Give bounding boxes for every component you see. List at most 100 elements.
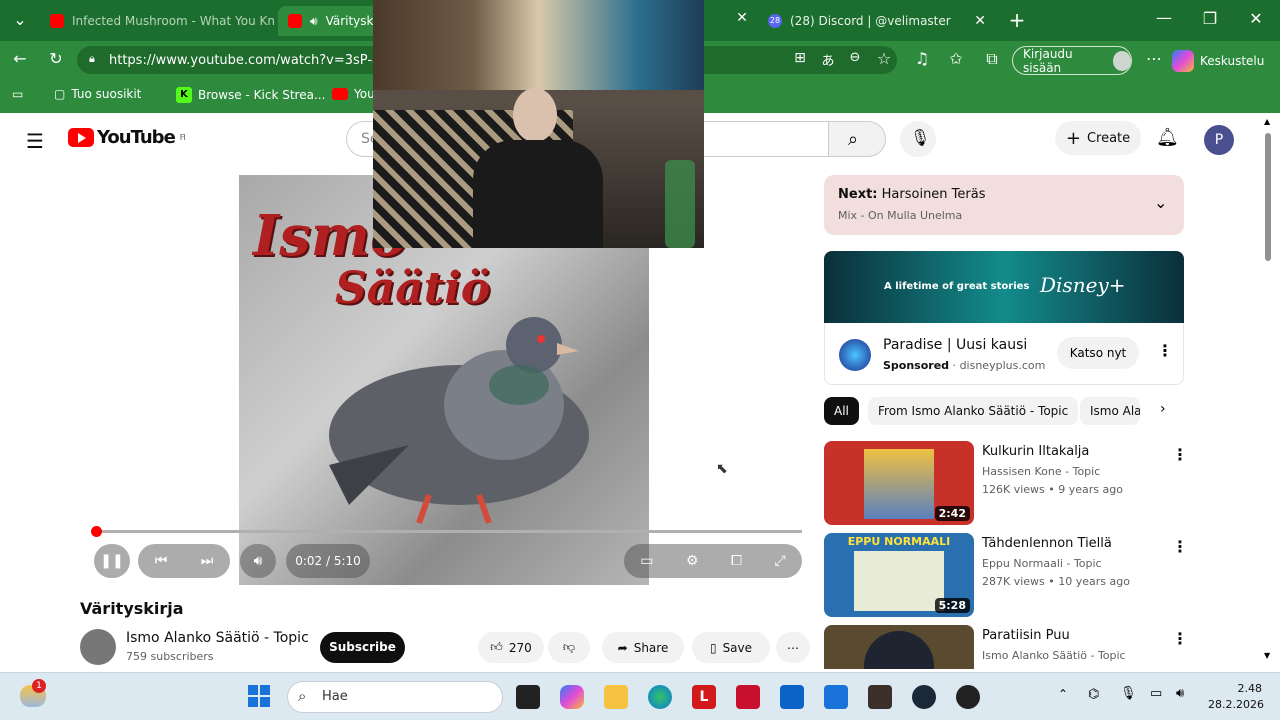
fullscreen-icon[interactable]: ⤢ [775,553,786,569]
channel-name[interactable]: Ismo Alanko Säätiö - Topic [126,630,309,646]
collections-icon[interactable]: ⧉ [980,49,1004,69]
ad-title: Paradise | Uusi kausi [883,337,1028,353]
speaker-icon[interactable]: 🔊︎ [310,14,318,29]
ad-cta-button[interactable]: Katso nyt [1057,337,1139,369]
youtube-logo[interactable]: YouTube FI [68,127,186,148]
close-tab-icon[interactable]: ✕ [730,10,754,26]
save-button[interactable]: ▯ Save [692,632,770,663]
tab-actions-chevron-icon[interactable]: ⌄ [8,10,32,29]
chevron-down-icon[interactable]: ⌄ [1154,193,1167,212]
channel-avatar[interactable] [80,629,116,665]
refresh-icon[interactable]: ↻ [44,49,68,68]
dislike-button[interactable]: 👎︎ [548,632,590,663]
display-icon[interactable]: ▭ [1150,686,1162,701]
back-icon[interactable]: ← [8,49,32,68]
zoom-icon[interactable]: ⊖ [843,50,867,65]
scrubber-handle[interactable] [91,526,102,537]
notifications-bell-icon[interactable]: 🔔︎ [1156,127,1179,148]
tab-discord[interactable]: 28 (28) Discord | @velimaster ✕ [758,6,996,36]
create-button[interactable]: + Create [1055,121,1141,155]
ad-banner[interactable]: A lifetime of great stories Disney+ [824,251,1184,323]
network-icon[interactable]: ⌬ [1088,687,1099,702]
share-button[interactable]: ➦ Share [602,632,684,663]
obs-icon[interactable] [956,685,980,709]
page-scrollbar[interactable]: ▲ ▼ [1264,117,1272,660]
tab-actions-icon[interactable]: ▭ [12,87,23,101]
video-thumbnail[interactable] [824,625,974,669]
hamburger-menu-icon[interactable]: ☰ [26,129,44,153]
mcafee-icon[interactable] [736,685,760,709]
more-menu-icon[interactable]: ⋯ [1142,49,1166,68]
favorites-icon[interactable]: ✩ [944,49,968,68]
chevron-right-icon[interactable]: › [1160,401,1166,417]
speaker-icon[interactable]: 🔊︎ [1176,686,1184,701]
edge-browser-icon[interactable] [648,685,672,709]
close-window-icon[interactable]: ✕ [1244,9,1268,28]
voice-search-button[interactable]: 🎙︎ [900,121,936,157]
account-avatar[interactable]: P [1204,125,1234,155]
microsoft-store-icon[interactable] [824,685,848,709]
progress-bar[interactable] [91,526,802,537]
previous-icon[interactable]: ⏮︎ [155,553,168,569]
microphone-icon[interactable]: 🎙︎ [1120,686,1137,701]
app-available-icon[interactable]: ⊞ [788,50,812,66]
recommendation-item[interactable]: Paratiisin Puu Ismo Alanko Säätiö - Topi… [824,625,1188,669]
settings-gear-icon[interactable]: ⚙︎ [686,553,699,569]
search-button[interactable]: ⌕ [828,121,886,157]
chevron-up-icon[interactable]: ⌃ [1058,687,1068,701]
start-button[interactable] [248,685,270,707]
scroll-up-arrow-icon[interactable]: ▲ [1264,117,1270,126]
recommendation-item[interactable]: EPPU NORMAALI 5:28 Tähdenlennon Tiellä E… [824,533,1188,617]
bookmark-kick[interactable]: K Browse - Kick Strea... [176,87,325,103]
pause-button[interactable]: ❚❚ [94,544,130,578]
close-tab-icon[interactable]: ✕ [974,13,986,29]
recommendation-item[interactable]: 2:42 Kulkurin Iltakalja Hassisen Kone - … [824,441,1188,525]
disney-logo: Disney+ [1040,273,1126,297]
bookmark-import[interactable]: ▢ Tuo suosikit [54,87,141,101]
bookmark-youtube[interactable]: You [332,87,375,101]
restore-icon[interactable]: ❐ [1198,9,1222,28]
volume-button[interactable]: 🔊︎ [240,544,276,578]
video-thumbnail[interactable]: EPPU NORMAALI 5:28 [824,533,974,617]
task-view-icon[interactable] [516,685,540,709]
tab-infected-mushroom[interactable]: Infected Mushroom - What You Kn ✕ [40,6,276,36]
discord-favicon-icon: 28 [768,14,782,28]
chip-all[interactable]: All [824,397,859,425]
game-app-icon[interactable] [868,685,892,709]
chip-ismo-alanko[interactable]: Ismo Ala [1080,397,1140,425]
thumbnail-art [854,551,944,611]
file-explorer-icon[interactable] [604,685,628,709]
up-next-panel[interactable]: Next: Harsoinen Teräs Mix - On Mulla Une… [824,175,1184,235]
chip-from-channel[interactable]: From Ismo Alanko Säätiö - Topic [868,397,1079,425]
l-app-icon[interactable]: L [692,685,716,709]
rec-menu-icon[interactable]: ⋮ [1172,629,1188,648]
subscribe-button[interactable]: Subscribe [320,632,405,663]
rec-menu-icon[interactable]: ⋮ [1172,537,1188,556]
video-thumbnail[interactable]: 2:42 [824,441,974,525]
like-button[interactable]: 👍︎ 270 [478,632,544,663]
taskbar-search-input[interactable]: ⌕ Hae [287,681,503,713]
more-actions-button[interactable]: ⋯ [776,632,810,663]
taskbar-clock[interactable]: 2.48 28.2.2026 [1208,681,1264,713]
youtube-favicon-icon [288,14,302,28]
scrollbar-thumb[interactable] [1265,133,1271,261]
scroll-down-arrow-icon[interactable]: ▼ [1264,651,1270,660]
read-aloud-icon[interactable]: ♫ [910,49,934,68]
tab-varityskirja[interactable]: 🔊︎ Värityskirja [278,6,378,36]
minimize-icon[interactable]: — [1152,8,1176,27]
new-tab-icon[interactable]: + [1005,8,1029,32]
favorite-star-icon[interactable]: ☆ [872,49,896,68]
subtitles-icon[interactable]: ▭ [640,553,653,569]
ad-card[interactable]: Paradise | Uusi kausi Sponsored · disney… [824,323,1184,385]
rec-menu-icon[interactable]: ⋮ [1172,445,1188,464]
steam-icon[interactable] [912,685,936,709]
translate-icon[interactable]: あ [816,50,840,69]
next-icon[interactable]: ⏭︎ [201,553,214,569]
rec-channel: Ismo Alanko Säätiö - Topic [982,649,1126,662]
copilot-app-icon[interactable] [560,685,584,709]
signin-button[interactable]: Kirjaudu sisään [1012,46,1132,75]
copilot-button[interactable]: Keskustelu [1172,46,1272,75]
outlook-icon[interactable] [780,685,804,709]
ad-menu-icon[interactable]: ⋮ [1157,341,1173,360]
theater-mode-icon[interactable]: ⧠ [731,553,742,569]
